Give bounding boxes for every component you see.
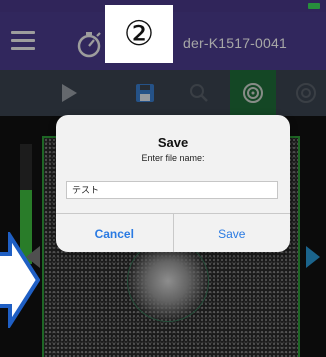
- dialog-button-row: Cancel Save: [56, 213, 290, 252]
- step-number-badge: ②: [105, 5, 173, 63]
- cancel-button[interactable]: Cancel: [56, 214, 174, 252]
- save-button[interactable]: Save: [174, 214, 291, 252]
- dialog-message: Enter file name:: [141, 153, 205, 163]
- save-dialog: Save Enter file name: テスト Cancel Save: [56, 115, 290, 252]
- dialog-title: Save: [157, 135, 189, 150]
- annotation-arrow-icon: [0, 232, 40, 328]
- filename-input[interactable]: テスト: [66, 181, 278, 199]
